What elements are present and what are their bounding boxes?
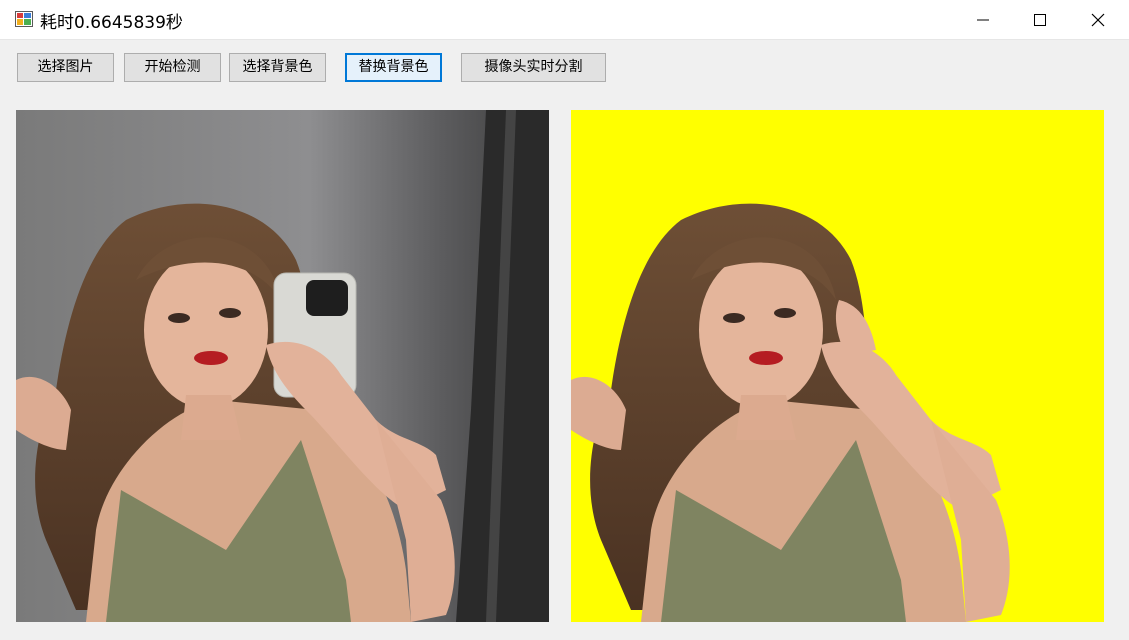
minimize-icon bbox=[977, 19, 989, 20]
maximize-button[interactable] bbox=[1017, 0, 1063, 39]
title-bar[interactable]: 耗时0.6645839秒 bbox=[0, 0, 1129, 40]
minimize-button[interactable] bbox=[960, 0, 1006, 39]
maximize-icon bbox=[1034, 13, 1046, 26]
start-detect-button[interactable]: 开始检测 bbox=[124, 53, 221, 82]
result-image bbox=[571, 110, 1104, 622]
original-image bbox=[16, 110, 549, 622]
close-button[interactable] bbox=[1075, 0, 1121, 39]
app-window-icon bbox=[15, 11, 33, 27]
select-image-button[interactable]: 选择图片 bbox=[17, 53, 114, 82]
replace-bg-color-button[interactable]: 替换背景色 bbox=[345, 53, 442, 82]
window-title: 耗时0.6645839秒 bbox=[40, 13, 183, 33]
camera-realtime-segmentation-button[interactable]: 摄像头实时分割 bbox=[461, 53, 606, 82]
close-icon bbox=[1091, 13, 1105, 26]
main-window: 耗时0.6645839秒 选择图片 开始检测 选择背景色 替换背景色 摄像头实时… bbox=[0, 0, 1129, 640]
select-bg-color-button[interactable]: 选择背景色 bbox=[229, 53, 326, 82]
